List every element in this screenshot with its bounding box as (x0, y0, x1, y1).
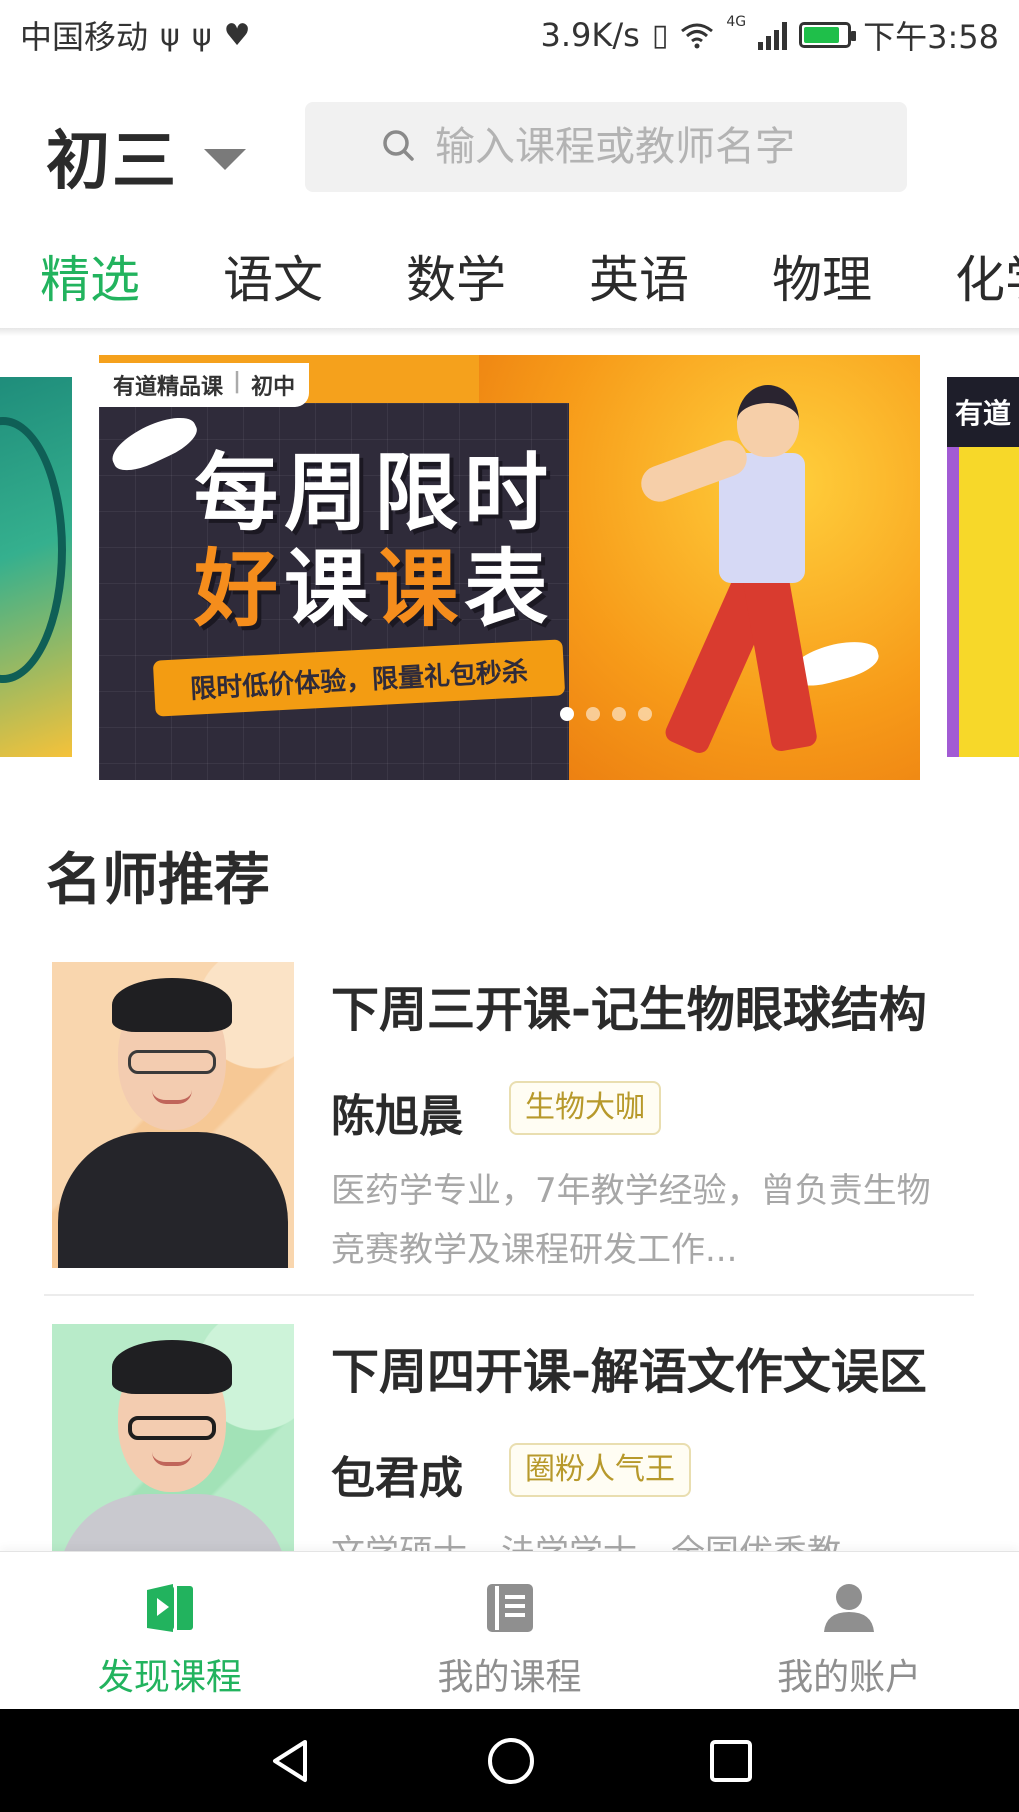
status-left: 中国移动 ψ ψ ♥ (20, 12, 251, 58)
teacher-description: 医药学专业，7年教学经验，曾负责生物竞赛教学及课程研发工作... (331, 1171, 931, 1270)
banner-brand-tag: 有道精品课 | 初中 (99, 363, 310, 407)
system-nav-bar (0, 1709, 1019, 1812)
chevron-down-icon (204, 148, 246, 170)
home-icon[interactable] (485, 1735, 537, 1787)
teacher-photo (52, 962, 294, 1268)
tab-chinese[interactable]: 语文 (183, 230, 366, 330)
grade-label: 初三 (46, 125, 178, 199)
tag-separator: | (233, 369, 242, 394)
banner-peek-next[interactable]: 有道 (947, 377, 1019, 757)
peek-next-header: 有道 (947, 377, 1019, 447)
battery-fill (804, 27, 840, 43)
search-icon (383, 130, 414, 161)
bottom-nav: 发现课程 我的课程 我的账户 (0, 1551, 1019, 1709)
nav-discover[interactable]: 发现课程 (0, 1552, 340, 1709)
teacher-description: 文学硕士，法学学士，全国优秀教 (331, 1524, 951, 1551)
banner-title: 每周限时 好课课表 (194, 445, 554, 637)
banner-carousel[interactable]: 有道 有道精品课 | 初中 每周限时 好课课表 限时低价体验，限量礼包秒杀 (0, 355, 1019, 780)
play-book-icon (146, 1584, 193, 1632)
network-type: 4G (726, 14, 747, 30)
section-title: 名师推荐 (46, 848, 270, 913)
title-char: 课 (374, 540, 465, 638)
banner-title-line2: 好课课表 (194, 541, 554, 637)
usb-icon: ψ (191, 17, 212, 53)
banner-main[interactable]: 有道精品课 | 初中 每周限时 好课课表 限时低价体验，限量礼包秒杀 (99, 355, 920, 780)
vibrate-icon: ▯ (651, 17, 669, 53)
nav-my-account[interactable]: 我的账户 (679, 1552, 1019, 1709)
status-right: 3.9K/s ▯ 4G 下午3:58 (541, 12, 999, 58)
teacher-name: 包君成 (331, 1453, 463, 1504)
status-bar: 中国移动 ψ ψ ♥ 3.9K/s ▯ 4G 下午3:58 (0, 0, 1019, 70)
back-icon[interactable] (265, 1736, 315, 1786)
clock: 下午3:58 (863, 18, 999, 56)
net-speed: 3.9K/s (540, 16, 640, 54)
teacher-card[interactable]: 下周三开课-记生物眼球结构 陈旭晨 生物大咖 医药学专业，7年教学经验，曾负责生… (46, 962, 974, 1272)
wifi-icon (681, 23, 714, 49)
banner-peek-prev[interactable] (0, 377, 72, 757)
carousel-dot[interactable] (586, 707, 600, 721)
level-label: 初中 (251, 375, 296, 400)
nav-label: 我的课程 (437, 1657, 582, 1698)
teacher-name: 陈旭晨 (331, 1091, 463, 1142)
carousel-dot[interactable] (638, 707, 652, 721)
tabs-shadow (0, 328, 1019, 336)
title-char: 表 (464, 540, 555, 638)
title-char: 好 (194, 540, 285, 638)
user-icon (824, 1584, 875, 1632)
tab-featured[interactable]: 精选 (0, 230, 183, 330)
usb-icon: ψ (160, 17, 180, 53)
tab-math[interactable]: 数学 (366, 230, 549, 330)
book-list-icon (486, 1584, 533, 1632)
banner-title-line1: 每周限时 (194, 444, 555, 542)
carousel-dots (560, 707, 652, 721)
course-title: 下周三开课-记生物眼球结构 (331, 982, 927, 1038)
tab-chemistry[interactable]: 化学 (915, 230, 1019, 330)
teacher-photo (52, 1324, 294, 1551)
header: 初三 (0, 90, 1019, 205)
search-box[interactable] (305, 102, 907, 192)
tab-english[interactable]: 英语 (549, 230, 732, 330)
search-input[interactable] (383, 124, 907, 170)
divider (44, 1294, 974, 1296)
tab-physics[interactable]: 物理 (732, 230, 915, 330)
nav-label: 我的账户 (777, 1657, 922, 1698)
peek-next-label: 有道 (954, 397, 1011, 430)
nav-my-courses[interactable]: 我的课程 (340, 1552, 680, 1709)
recents-icon[interactable] (708, 1738, 754, 1784)
carousel-dot[interactable] (560, 707, 574, 721)
title-char: 课 (284, 540, 375, 638)
peek-next-stripe (947, 447, 959, 757)
heart-pulse-icon: ♥ (223, 17, 251, 53)
teacher-badge: 生物大咖 (509, 1081, 661, 1135)
carrier-label: 中国移动 (20, 18, 149, 56)
teacher-badge: 圈粉人气王 (509, 1443, 691, 1497)
signal-icon (758, 20, 788, 50)
nav-label: 发现课程 (97, 1657, 242, 1698)
brand-label: 有道精品课 (113, 375, 224, 400)
carousel-dot[interactable] (612, 707, 626, 721)
girl-illustration (636, 375, 859, 775)
teacher-card[interactable]: 下周四开课-解语文作文误区 包君成 圈粉人气王 文学硕士，法学学士，全国优秀教 (46, 1324, 974, 1551)
course-title: 下周四开课-解语文作文误区 (331, 1344, 927, 1400)
grade-selector[interactable]: 初三 (46, 110, 246, 202)
battery-icon (799, 22, 857, 48)
subject-tabs: 精选 语文 数学 英语 物理 化学 (0, 230, 1019, 330)
